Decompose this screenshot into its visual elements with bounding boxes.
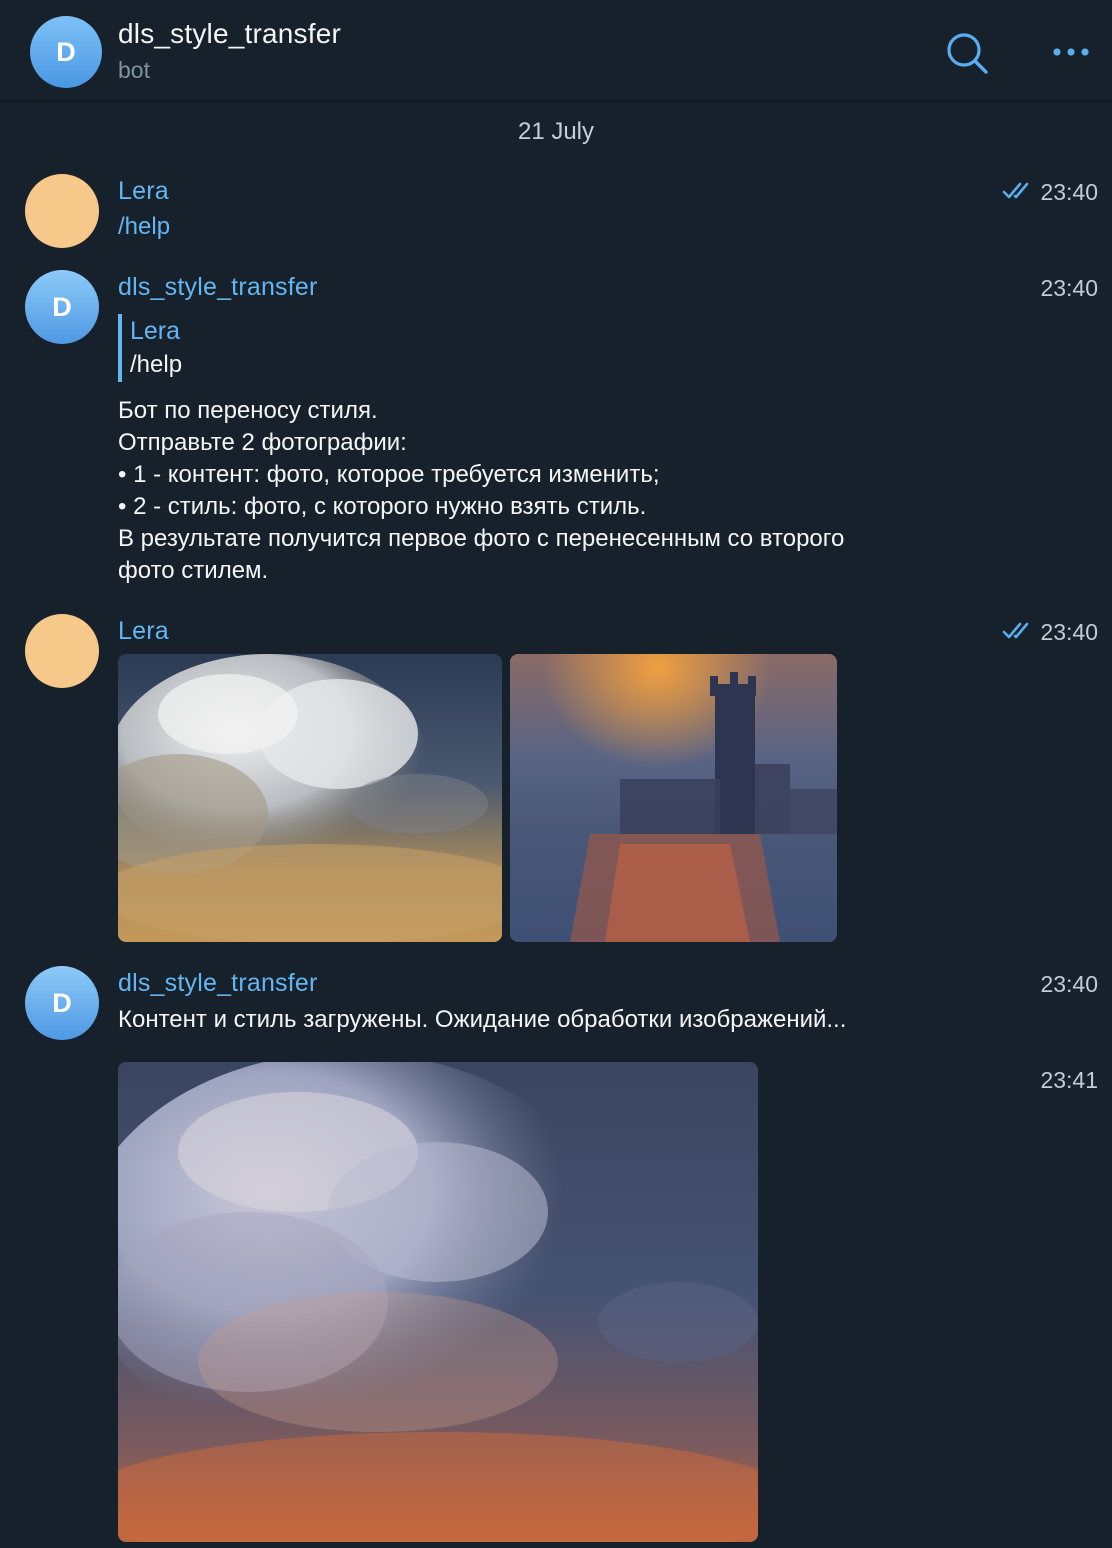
user-avatar[interactable]: [25, 614, 99, 688]
message-time: 23:40: [1040, 971, 1098, 998]
chat-header: D dls_style_transfer bot: [0, 0, 1112, 102]
bot-avatar[interactable]: D: [25, 966, 99, 1040]
date-separator: 21 July: [517, 118, 595, 145]
double-check-icon: [1003, 182, 1029, 199]
message-time: 23:40: [1040, 275, 1098, 302]
double-check-icon: [1003, 622, 1029, 639]
message-text: Контент и стиль загружены. Ожидание обра…: [118, 1006, 847, 1033]
time-text: 23:41: [1040, 1067, 1098, 1093]
message-line: В результате получится первое фото с пер…: [118, 525, 845, 552]
more-options-icon[interactable]: [1050, 38, 1092, 66]
bot-avatar[interactable]: D: [30, 16, 102, 88]
message-time: 23:40: [1002, 179, 1098, 206]
time-text: 23:40: [1040, 971, 1098, 997]
message-sender[interactable]: dls_style_transfer: [118, 969, 318, 998]
time-text: 23:40: [1040, 619, 1098, 645]
message-line: Бот по переносу стиля.: [118, 397, 378, 424]
message-text: Бот по переносу стиля. Отправьте 2 фотог…: [118, 395, 844, 587]
command-link[interactable]: /help: [118, 211, 170, 243]
message-sender[interactable]: Lera: [118, 177, 169, 206]
stylized-result-photo[interactable]: [118, 1062, 758, 1542]
bot-avatar[interactable]: D: [25, 270, 99, 344]
message-sender[interactable]: Lera: [118, 617, 169, 646]
user-avatar[interactable]: [25, 174, 99, 248]
clouds-photo[interactable]: [118, 654, 502, 942]
message-line: фото стилем.: [118, 557, 269, 584]
reply-text: /help: [130, 351, 183, 378]
search-icon[interactable]: [944, 30, 990, 76]
chat-title[interactable]: dls_style_transfer: [118, 18, 341, 50]
message-line: • 1 - контент: фото, которое требуется и…: [118, 461, 660, 488]
time-text: 23:40: [1040, 179, 1098, 205]
parliament-painting[interactable]: [510, 654, 837, 942]
message-line: Отправьте 2 фотографии:: [118, 429, 407, 456]
message-line: • 2 - стиль: фото, с которого нужно взят…: [118, 493, 647, 520]
message-sender[interactable]: dls_style_transfer: [118, 273, 318, 302]
reply-quote[interactable]: Lera /help: [118, 314, 418, 382]
reply-sender: Lera: [130, 317, 181, 345]
message-time: 23:40: [1002, 619, 1098, 646]
chat-subtitle: bot: [118, 57, 150, 83]
message-time: 23:41: [1040, 1067, 1098, 1094]
time-text: 23:40: [1040, 275, 1098, 301]
